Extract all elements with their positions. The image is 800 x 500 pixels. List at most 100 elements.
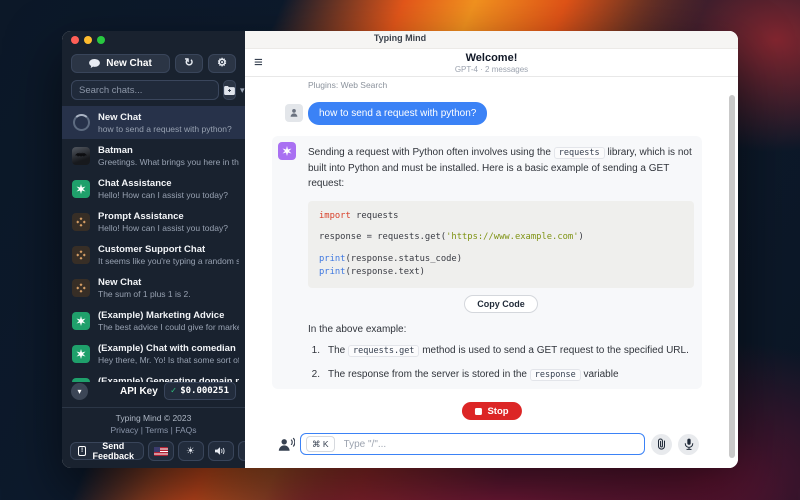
chat-subtitle: how to send a request with python? — [98, 124, 239, 134]
collapse-folders-chevron-icon[interactable]: ▾ — [240, 85, 245, 96]
chat-list-item[interactable]: New Chat The sum of 1 plus 1 is 2. — [62, 271, 245, 304]
chat-title: (Example) Marketing Advice — [98, 310, 239, 321]
api-usage-badge[interactable]: ✓ $0.000251 — [164, 382, 236, 400]
chat-title: Chat Assistance — [98, 178, 239, 189]
chat-list-item[interactable]: (Example) Generating domain na... 1. Tas… — [62, 370, 245, 382]
chat-list-item[interactable]: Chat Assistance Hello! How can I assist … — [62, 172, 245, 205]
chat-list-item[interactable]: Customer Support Chat It seems like you'… — [62, 238, 245, 271]
search-input[interactable] — [71, 80, 219, 100]
send-feedback-button[interactable]: ! Send Feedback — [70, 442, 144, 460]
desktop-wallpaper: New Chat ↻ ⚙ ▾ — [0, 0, 800, 500]
list-item: 1. The requests.get method is used to se… — [308, 343, 694, 359]
chat-bubble-icon — [89, 59, 100, 68]
composer-area: Stop ⌘ K — [245, 401, 738, 468]
hamburger-menu-icon[interactable]: ≡ — [254, 55, 263, 70]
new-chat-label: New Chat — [106, 58, 152, 69]
prompt-input-box[interactable]: ⌘ K — [300, 433, 645, 455]
chevron-down-icon: ▾ — [77, 387, 81, 396]
inline-code: response — [530, 369, 581, 381]
new-folder-button[interactable] — [223, 80, 236, 100]
folder-plus-icon — [224, 86, 235, 95]
chat-meta: GPT-4 · 2 messages — [245, 65, 738, 74]
us-flag-icon — [154, 447, 168, 456]
stop-button[interactable]: Stop — [461, 402, 521, 420]
paperclip-icon — [656, 438, 667, 450]
copy-code-button[interactable]: Copy Code — [464, 295, 538, 313]
openai-icon — [72, 345, 90, 363]
speaker-icon — [215, 446, 226, 456]
user-avatar — [285, 104, 303, 122]
sidebar-toolbar: New Chat ↻ ⚙ — [62, 48, 245, 73]
sidebar: New Chat ↻ ⚙ ▾ — [62, 31, 245, 468]
plugins-label: Plugins: Web Search — [308, 80, 738, 90]
sound-button[interactable] — [208, 441, 234, 461]
command-k-shortcut: ⌘ K — [306, 436, 335, 452]
settings-button[interactable]: ⚙ — [208, 54, 236, 73]
code-block: import requests response = requests.get(… — [308, 201, 694, 288]
check-icon: ✓ — [171, 386, 176, 396]
assistant-message: Sending a request with Python often invo… — [272, 136, 702, 389]
chat-header: ≡ Welcome! GPT-4 · 2 messages — [245, 49, 738, 77]
messages-scroll-area: Plugins: Web Search how to send a reques… — [245, 77, 738, 401]
chat-title: (Example) Chat with comedian — [98, 343, 239, 354]
sidebar-actions: ! Send Feedback ☀ ☁ — [62, 435, 245, 468]
loading-spinner-icon — [72, 114, 90, 132]
new-chat-button[interactable]: New Chat — [71, 54, 170, 73]
chat-subtitle: The best advice I could give for marke..… — [98, 322, 239, 332]
chat-title: Customer Support Chat — [98, 244, 239, 255]
user-message-bubble[interactable]: how to send a request with python? — [308, 102, 487, 125]
feedback-icon: ! — [78, 446, 86, 456]
microphone-button[interactable] — [678, 434, 699, 455]
refresh-icon: ↻ — [184, 58, 193, 69]
collapse-sidebar-button[interactable]: ▾ — [71, 383, 88, 400]
chat-list-item[interactable]: (Example) Chat with comedian Hey there, … — [62, 337, 245, 370]
chat-subtitle: The sum of 1 plus 1 is 2. — [98, 289, 239, 299]
prompt-input[interactable] — [342, 438, 639, 451]
chat-subtitle: Hello! How can I assist you today? — [98, 190, 239, 200]
diamonds-icon — [72, 279, 90, 297]
user-message-row: how to send a request with python? — [285, 102, 738, 125]
chat-subtitle: Hello! How can I assist you today? — [98, 223, 239, 233]
stop-label: Stop — [487, 406, 508, 417]
footer-links[interactable]: Privacy | Terms | FAQs — [62, 425, 245, 435]
copyright-text: Typing Mind © 2023 — [62, 407, 245, 423]
sidebar-footer: ▾ API Key ✓ $0.000251 Typing Mind © 2023… — [62, 382, 245, 468]
main-panel: Typing Mind ≡ Welcome! GPT-4 · 2 message… — [245, 31, 738, 468]
gear-icon: ⚙ — [217, 58, 227, 69]
diamonds-icon — [72, 246, 90, 264]
assistant-avatar — [278, 142, 296, 160]
openai-icon — [72, 312, 90, 330]
scrollbar[interactable] — [729, 95, 735, 458]
chat-subtitle: It seems like you're typing a random s..… — [98, 256, 239, 266]
reset-chat-button[interactable]: ↻ — [175, 54, 203, 73]
ordered-list: 1. The requests.get method is used to se… — [308, 343, 694, 383]
chat-subtitle: Hey there, Mr. Yo! Is that some sort of … — [98, 355, 239, 365]
app-window: New Chat ↻ ⚙ ▾ — [62, 31, 738, 468]
openai-icon — [72, 180, 90, 198]
chat-list-item[interactable]: Prompt Assistance Hello! How can I assis… — [62, 205, 245, 238]
chat-list-item[interactable]: New Chat how to send a request with pyth… — [62, 106, 245, 139]
sun-icon: ☀ — [186, 446, 195, 457]
language-button[interactable] — [148, 441, 174, 461]
chat-list-item[interactable]: Batman Greetings. What brings you here i… — [62, 139, 245, 172]
batman-avatar — [72, 147, 90, 165]
send-feedback-label: Send Feedback — [91, 441, 135, 461]
theme-toggle-button[interactable]: ☀ — [178, 441, 204, 461]
voice-input-icon[interactable] — [277, 437, 295, 452]
chat-subtitle: Greetings. What brings you here in the..… — [98, 157, 239, 167]
chat-title: Batman — [98, 145, 239, 156]
diamonds-icon — [72, 213, 90, 231]
sidebar-search-row: ▾ — [62, 73, 245, 100]
chat-title: New Chat — [98, 112, 239, 123]
attach-file-button[interactable] — [651, 434, 672, 455]
window-title: Typing Mind — [62, 33, 738, 43]
api-usage-value: $0.000251 — [180, 386, 229, 396]
chat-list: New Chat how to send a request with pyth… — [62, 106, 245, 382]
assistant-paragraph: Sending a request with Python often invo… — [308, 145, 694, 192]
api-key-row: ▾ API Key ✓ $0.000251 — [62, 382, 245, 407]
chat-title-heading: Welcome! — [245, 52, 738, 64]
inline-code: requests.get — [348, 345, 419, 357]
list-item: 2. The response from the server is store… — [308, 367, 694, 383]
chat-title: Prompt Assistance — [98, 211, 239, 222]
chat-list-item[interactable]: (Example) Marketing Advice The best advi… — [62, 304, 245, 337]
